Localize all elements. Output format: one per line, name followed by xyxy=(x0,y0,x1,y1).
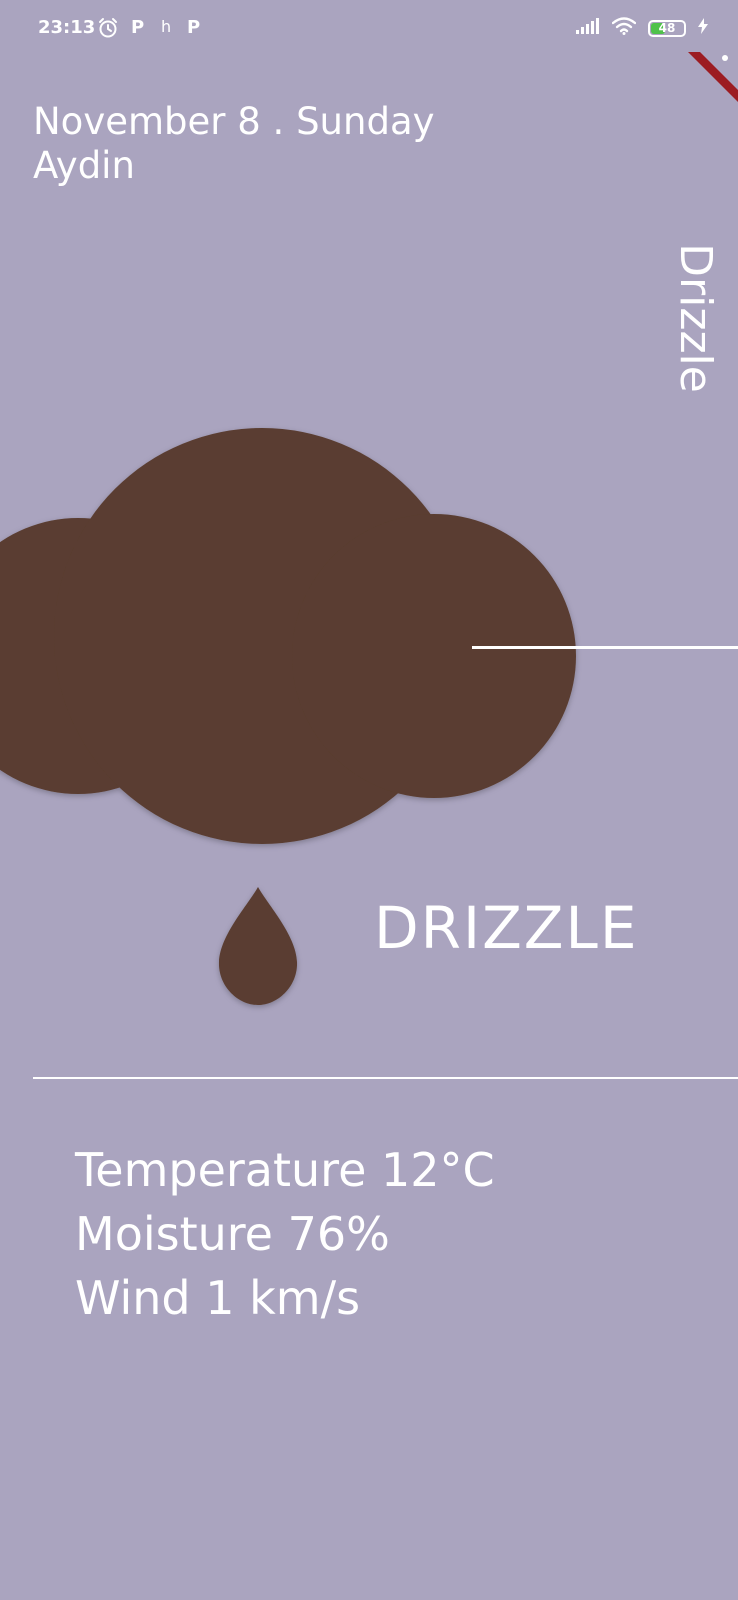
divider-line xyxy=(33,1077,738,1079)
wind-label: Wind 1 km/s xyxy=(75,1271,361,1325)
raindrop-icon xyxy=(218,887,298,1005)
cloud-icon xyxy=(0,428,576,844)
cloud-pointer-line xyxy=(472,646,738,649)
weather-stats: Temperature 12°C Moisture 76% Wind 1 km/… xyxy=(75,1138,495,1330)
temperature-label: Temperature 12°C xyxy=(75,1143,495,1197)
weather-illustration xyxy=(0,428,738,1005)
moisture-label: Moisture 76% xyxy=(75,1207,390,1261)
condition-label: DRIZZLE xyxy=(374,894,639,962)
